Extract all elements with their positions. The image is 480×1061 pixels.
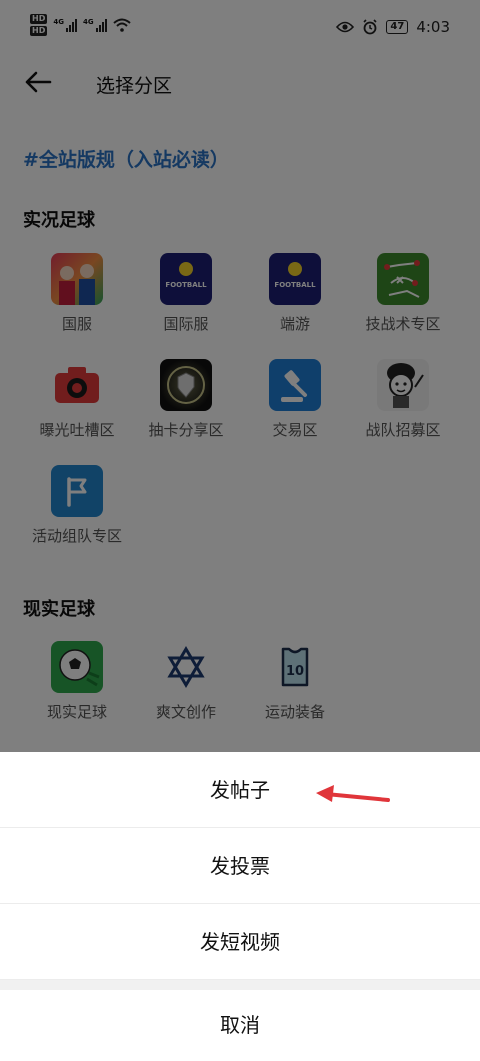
modal-overlay[interactable] (0, 0, 480, 752)
sheet-divider (0, 980, 480, 990)
red-arrow-annotation-icon (316, 785, 390, 802)
short-video-button[interactable]: 发短视频 (0, 904, 480, 980)
vote-button[interactable]: 发投票 (0, 828, 480, 904)
post-type-sheet: 发帖子 发投票 发短视频 取消 (0, 752, 480, 1061)
cancel-button[interactable]: 取消 (0, 990, 480, 1061)
post-button[interactable]: 发帖子 (0, 752, 480, 828)
